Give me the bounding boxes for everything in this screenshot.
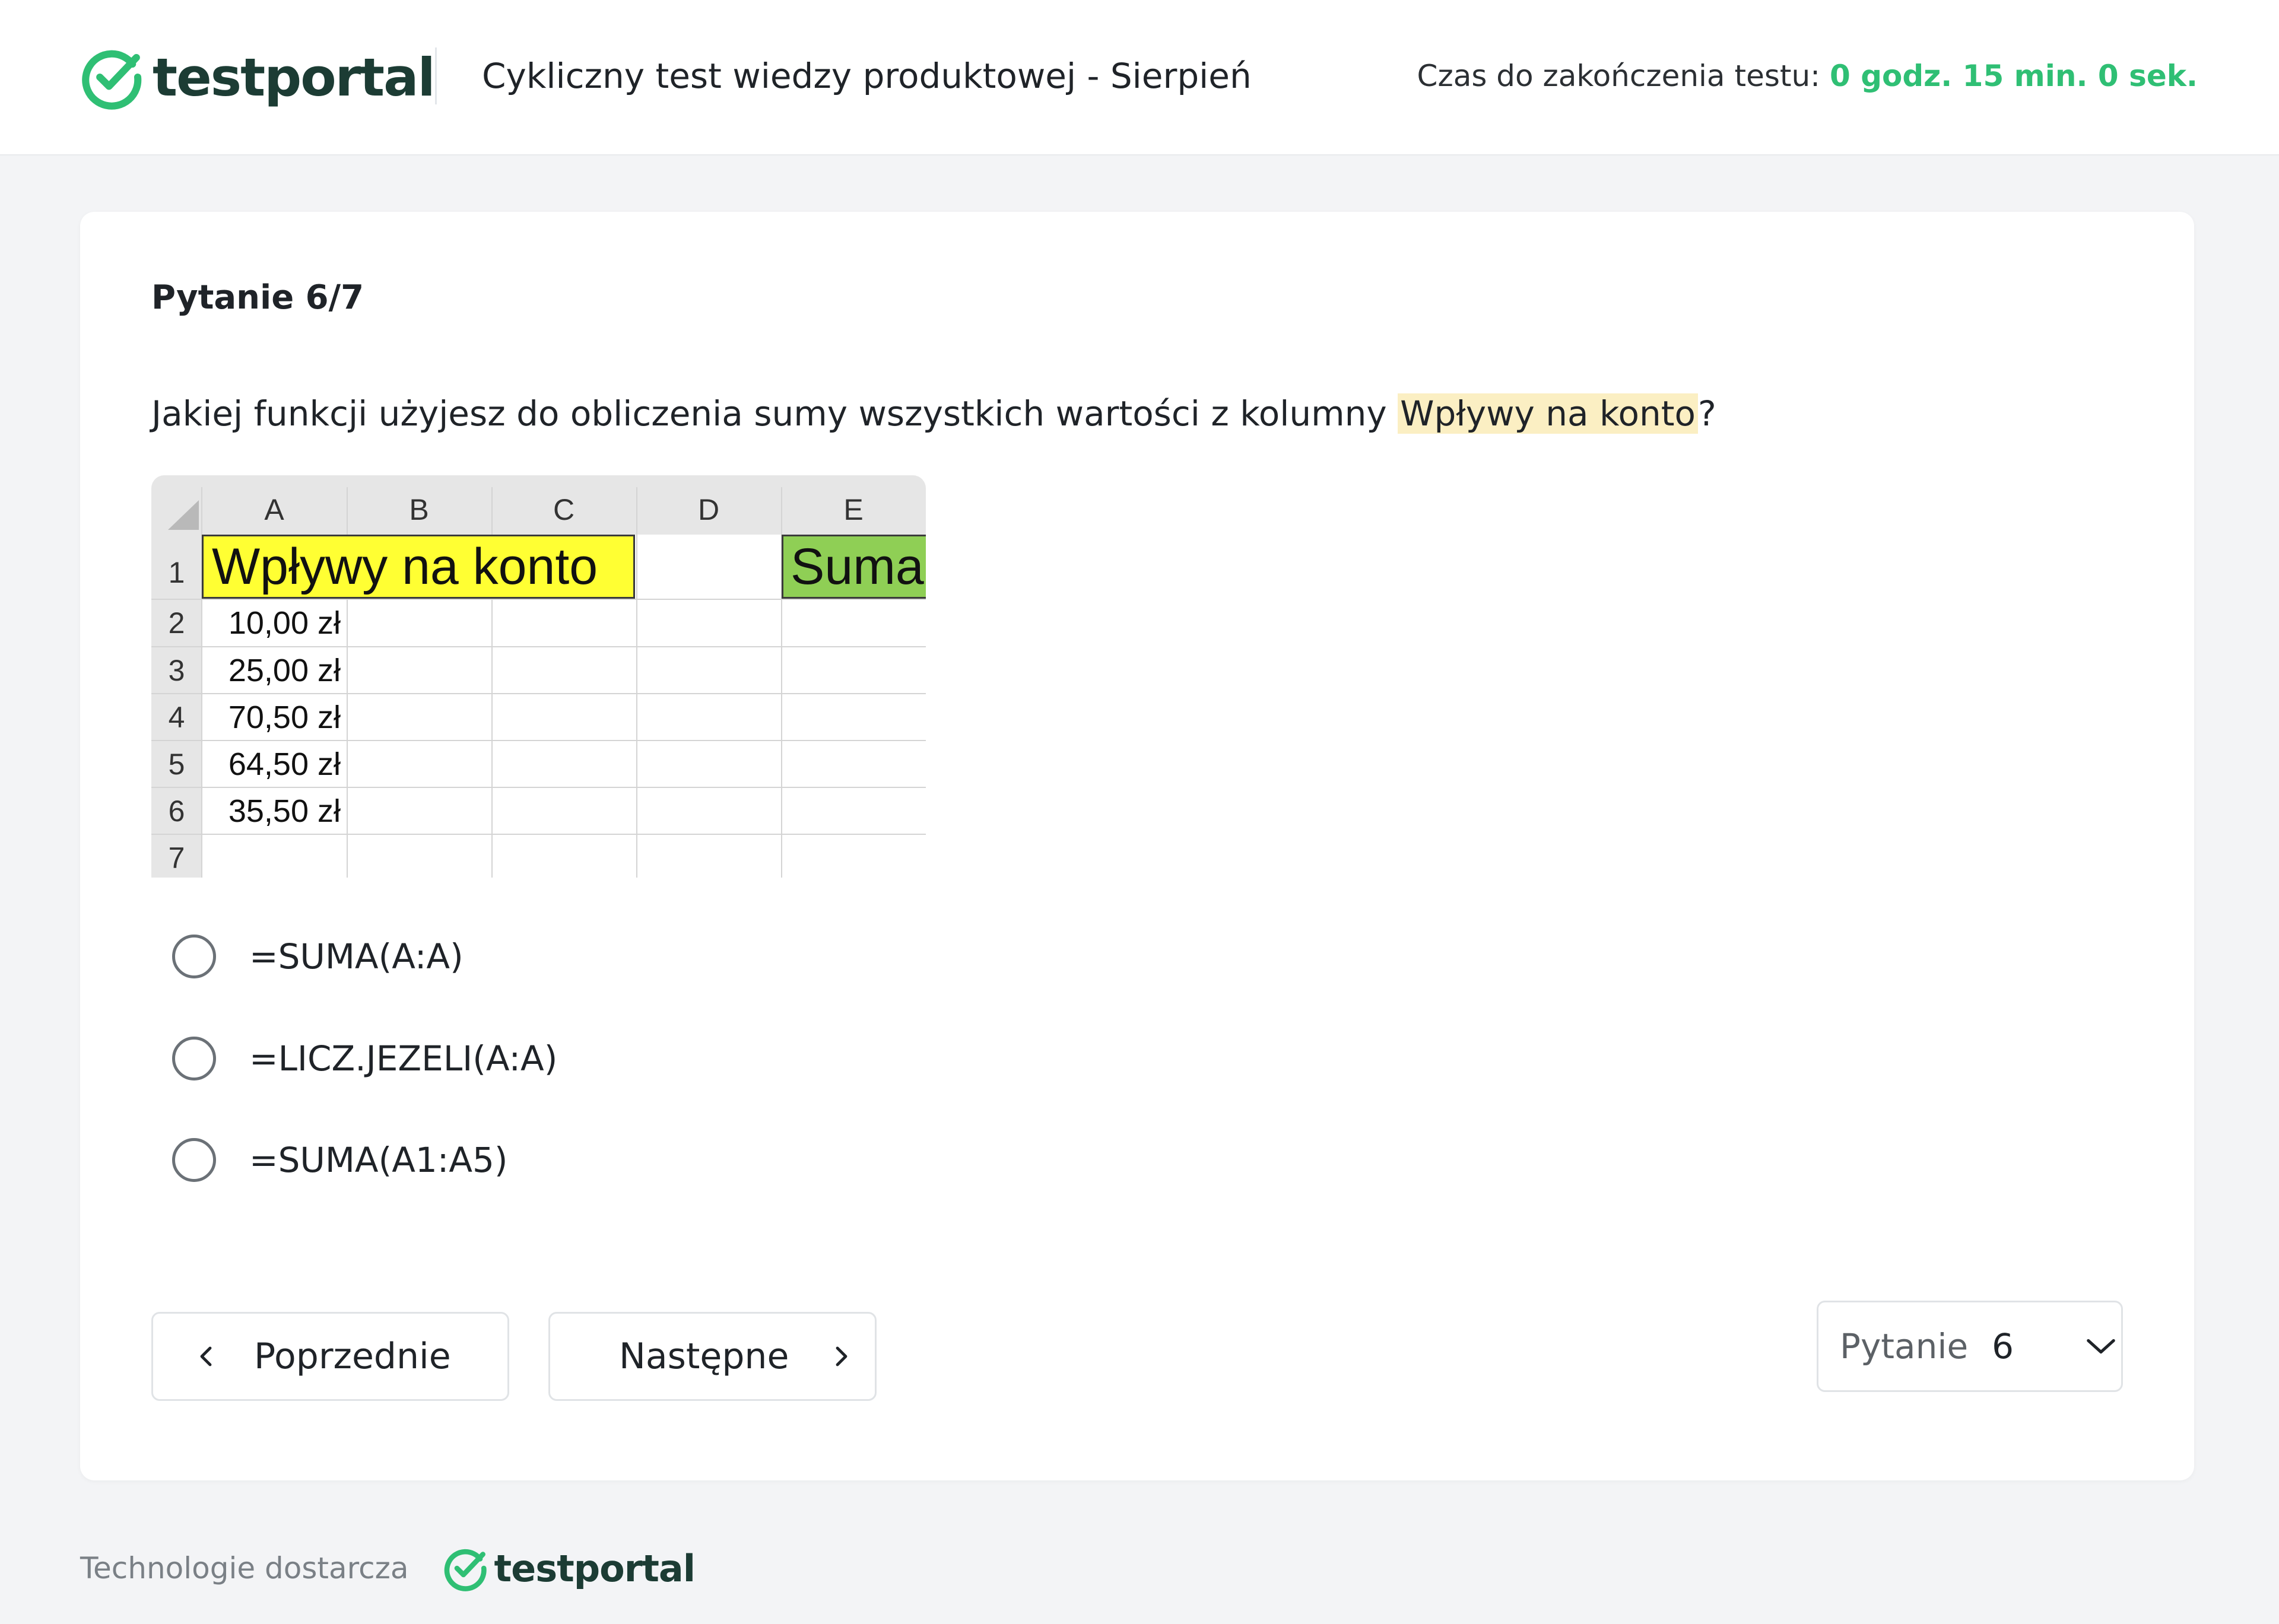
answer-label[interactable]: =SUMA(A1:A5) <box>249 1140 508 1180</box>
check-circle-logo-icon <box>82 50 142 110</box>
check-circle-logo-icon <box>444 1549 487 1591</box>
answer-label[interactable]: =LICZ.JEZELI(A:A) <box>249 1038 557 1079</box>
question-select-value[interactable]: 6 <box>1992 1326 2014 1366</box>
cell-value: 25,00 zł <box>228 653 341 688</box>
question-select[interactable]: Pytanie 6 <box>1817 1301 2123 1392</box>
row-label: 6 <box>168 794 185 828</box>
previous-button-label[interactable]: Poprzednie <box>254 1336 451 1377</box>
test-title: Cykliczny test wiedzy produktowej - Sier… <box>482 56 1252 96</box>
cell-value: 35,50 zł <box>228 793 341 829</box>
header-cell-suma: Suma <box>782 535 926 599</box>
testportal-logo: testportal <box>79 43 436 112</box>
footer-logo[interactable]: testportal <box>442 1545 696 1591</box>
question-text-before: Jakiej funkcji użyjesz do obliczenia sum… <box>151 393 1398 434</box>
cell-value: 64,50 zł <box>228 746 341 782</box>
previous-button[interactable]: Poprzednie <box>151 1312 509 1401</box>
next-button-label[interactable]: Następne <box>619 1336 789 1377</box>
column-label: C <box>553 493 575 526</box>
column-label: A <box>264 493 284 526</box>
question-counter: Pytanie 6/7 <box>151 278 364 317</box>
row-label: 5 <box>168 748 185 781</box>
footer-brand-name: testportal <box>494 1546 696 1590</box>
cell-value: 10,00 zł <box>228 605 341 641</box>
select-all-corner-icon <box>168 500 199 530</box>
spreadsheet-image: A B C D E 1 2 3 4 5 6 7 Wpływy na konto … <box>151 475 926 878</box>
timer-label: Czas do zakończenia testu: <box>1417 59 1821 93</box>
next-button[interactable]: Następne <box>548 1312 877 1401</box>
question-text: Jakiej funkcji użyjesz do obliczenia sum… <box>151 390 1716 437</box>
answer-option[interactable]: =SUMA(A:A) <box>172 931 464 982</box>
radio-icon[interactable] <box>172 935 216 978</box>
answer-option[interactable]: =LICZ.JEZELI(A:A) <box>172 1033 557 1084</box>
row-label: 4 <box>168 701 185 734</box>
footer-text: Technologie dostarcza <box>80 1551 409 1585</box>
column-label: B <box>409 493 429 526</box>
question-text-after: ? <box>1698 393 1716 434</box>
cell-value: 70,50 zł <box>228 700 341 735</box>
footer: Technologie dostarcza testportal <box>80 1542 696 1595</box>
timer: Czas do zakończenia testu: 0 godz. 15 min… <box>1417 57 2198 95</box>
timer-value: 0 godz. 15 min. 0 sek. <box>1830 59 2198 93</box>
chevron-right-icon <box>836 1346 848 1366</box>
row-label: 7 <box>168 841 185 875</box>
row-label: 2 <box>168 606 185 640</box>
question-highlight: Wpływy na konto <box>1398 393 1699 434</box>
question-card: Pytanie 6/7 Jakiej funkcji użyjesz do ob… <box>80 212 2194 1480</box>
column-label: D <box>697 493 720 526</box>
row-label: 1 <box>168 556 185 589</box>
chevron-left-icon <box>200 1346 212 1366</box>
header-cell-wplywy: Wpływy na konto <box>202 535 635 599</box>
answer-option[interactable]: =SUMA(A1:A5) <box>172 1134 508 1186</box>
radio-icon[interactable] <box>172 1138 216 1182</box>
answer-label[interactable]: =SUMA(A:A) <box>249 936 464 977</box>
radio-icon[interactable] <box>172 1037 216 1080</box>
column-label: E <box>843 493 864 526</box>
row-label: 3 <box>168 654 185 687</box>
chevron-down-icon[interactable] <box>2084 1334 2118 1358</box>
header-divider <box>435 47 437 104</box>
header: testportal Cykliczny test wiedzy produkt… <box>0 0 2279 155</box>
brand-name: testportal <box>153 46 436 108</box>
grid-line <box>636 487 637 878</box>
question-select-label: Pytanie <box>1840 1326 1969 1366</box>
